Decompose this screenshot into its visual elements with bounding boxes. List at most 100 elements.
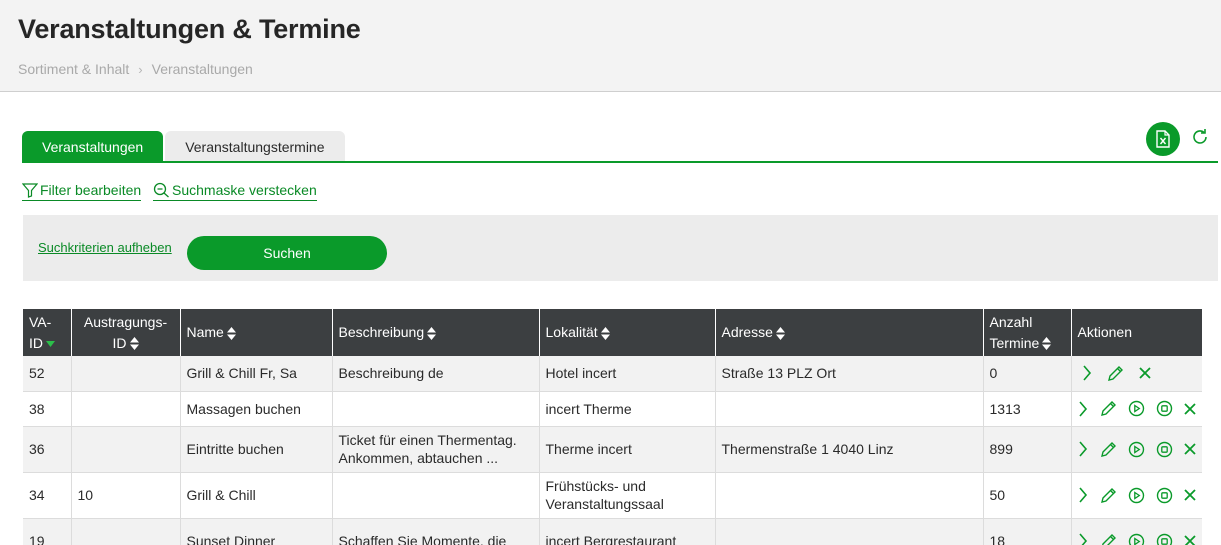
table-row[interactable]: 34 10 Grill & Chill Frühstücks- und Vera… [23,472,1202,519]
column-header-beschreibung[interactable]: Beschreibung [332,309,540,356]
table-row[interactable]: 19 Sunset Dinner Schaffen Sie Momente, d… [23,518,1202,545]
activate-button[interactable] [1128,532,1145,545]
open-details-button[interactable] [1078,364,1096,382]
activate-button[interactable] [1128,486,1145,504]
sort-icon [427,326,437,340]
stop-button[interactable] [1156,486,1173,504]
cell-name: Grill & Chill Fr, Sa [180,356,333,392]
column-header-adresse[interactable]: Adresse [715,309,984,356]
column-header-lokalitaet[interactable]: Lokalität [539,309,716,356]
column-header-anzahl-line2: Termine [989,334,1040,351]
filter-edit-label: Filter bearbeiten [40,182,142,198]
sort-icon [226,326,236,340]
sort-icon [775,326,785,340]
refresh-button[interactable] [1188,125,1212,149]
close-icon [1184,489,1196,501]
cell-name: Sunset Dinner [180,518,333,545]
delete-button[interactable] [1184,400,1196,418]
excel-export-icon [1156,130,1170,148]
open-details-button[interactable] [1078,440,1090,458]
search-panel: Suchkriterien aufheben Suchen [23,215,1218,281]
activate-button[interactable] [1128,440,1145,458]
filter-edit-link[interactable]: Filter bearbeiten [22,182,142,201]
table-row[interactable]: 38 Massagen buchen incert Therme 1313 [23,391,1202,427]
tab-veranstaltungstermine[interactable]: Veranstaltungstermine [165,131,345,162]
cell-anzahl-termine: 0 [983,356,1072,392]
zoom-out-icon [153,182,169,198]
cell-lokalitaet: Therme incert [539,426,716,473]
pencil-icon [1101,441,1116,457]
delete-button[interactable] [1184,440,1196,458]
cell-beschreibung [332,391,540,427]
chevron-right-icon: › [138,61,143,77]
close-icon [1184,402,1196,415]
open-details-button[interactable] [1078,532,1090,545]
column-header-name[interactable]: Name [180,309,333,356]
edit-button[interactable] [1100,532,1117,545]
cell-anzahl-termine: 899 [983,426,1072,473]
refresh-icon [1193,129,1207,144]
column-header-name-label: Name [186,324,224,340]
cell-adresse [715,518,984,545]
column-header-anzahl-termine[interactable]: Anzahl Termine [983,309,1072,356]
cell-va-id: 19 [23,518,72,545]
edit-button[interactable] [1100,486,1117,504]
table-row[interactable]: 36 Eintritte buchen Ticket für einen The… [23,426,1202,473]
cell-beschreibung [332,472,540,519]
cell-austragungs-id [71,426,181,473]
breadcrumb: Sortiment & Inhalt › Veranstaltungen [18,61,253,77]
chevron-right-icon [1079,400,1088,417]
cell-lokalitaet: Frühstücks- und Veranstaltungssaal [539,472,716,519]
cell-actions [1071,518,1202,545]
hide-search-link[interactable]: Suchmaske verstecken [153,182,317,201]
play-circle-icon [1128,441,1145,457]
open-details-button[interactable] [1078,486,1090,504]
cell-beschreibung: Ticket für einen Thermentag. Ankommen, a… [332,426,540,473]
cell-actions [1071,472,1202,519]
open-details-button[interactable] [1078,400,1090,418]
filter-icon [22,183,38,198]
column-header-beschreibung-label: Beschreibung [338,324,425,340]
stop-button[interactable] [1156,440,1173,458]
cell-beschreibung: Beschreibung de [332,356,540,392]
page-title: Veranstaltungen & Termine [18,14,361,44]
cell-va-id: 36 [23,426,72,473]
table-row[interactable]: 52 Grill & Chill Fr, Sa Beschreibung de … [23,356,1202,392]
play-circle-icon [1128,533,1145,545]
hide-search-label: Suchmaske verstecken [172,182,317,198]
cell-adresse: Straße 13 PLZ Ort [715,356,984,392]
breadcrumb-item-sortiment[interactable]: Sortiment & Inhalt [18,61,129,77]
stop-circle-icon [1156,400,1173,417]
pencil-icon [1108,365,1123,381]
tab-veranstaltungen[interactable]: Veranstaltungen [22,131,164,162]
tab-underline [22,161,1218,163]
stop-button[interactable] [1156,400,1173,418]
cell-anzahl-termine: 18 [983,518,1072,545]
breadcrumb-item-veranstaltungen[interactable]: Veranstaltungen [152,61,253,77]
excel-export-button[interactable] [1146,122,1180,156]
reset-criteria-link[interactable]: Suchkriterien aufheben [38,240,172,255]
cell-beschreibung: Schaffen Sie Momente, die [332,518,540,545]
cell-va-id: 34 [23,472,72,519]
edit-button[interactable] [1100,440,1117,458]
stop-button[interactable] [1156,532,1173,545]
cell-austragungs-id [71,391,181,427]
delete-button[interactable] [1184,486,1196,504]
activate-button[interactable] [1128,400,1145,418]
cell-actions [1071,391,1202,427]
delete-button[interactable] [1184,532,1196,545]
delete-button[interactable] [1136,364,1154,382]
sort-icon [129,337,139,351]
sort-icon [1042,337,1052,351]
column-header-va-id[interactable]: VA- ID [23,309,72,356]
column-header-va-id-line1: VA- [29,313,52,330]
cell-lokalitaet: incert Therme [539,391,716,427]
column-header-austragungs-id[interactable]: Austragungs- ID [71,309,181,356]
search-button[interactable]: Suchen [187,236,387,270]
cell-austragungs-id [71,518,181,545]
edit-button[interactable] [1107,364,1125,382]
edit-button[interactable] [1100,400,1117,418]
close-icon [1138,367,1151,379]
column-header-anzahl-line1: Anzahl [989,313,1033,330]
close-icon [1184,535,1196,545]
